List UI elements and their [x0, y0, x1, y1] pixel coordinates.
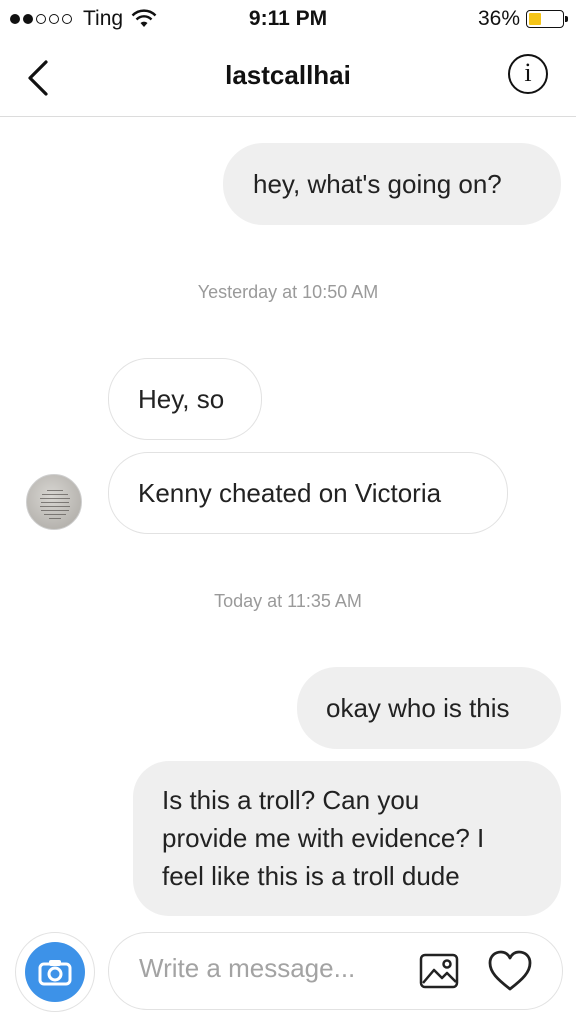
- message-bubble-outgoing[interactable]: okay who is this: [297, 667, 561, 749]
- message-text-line: Is this a troll? Can you: [162, 785, 420, 815]
- heart-icon[interactable]: [487, 949, 533, 993]
- message-text: Kenny cheated on Victoria: [138, 478, 442, 508]
- message-text: hey, what's going on?: [253, 169, 502, 199]
- message-bubble-incoming[interactable]: Hey, so: [108, 358, 262, 440]
- message-text: Hey, so: [138, 384, 225, 414]
- image-gallery-icon[interactable]: [417, 949, 461, 993]
- message-input-placeholder: Write a message...: [139, 953, 356, 983]
- status-bar: Ting 9:11 PM 36%: [0, 0, 576, 40]
- info-button[interactable]: i: [508, 54, 548, 94]
- sender-avatar[interactable]: [26, 474, 82, 530]
- info-icon: i: [524, 58, 532, 87]
- message-text: okay who is this: [326, 693, 510, 723]
- camera-icon: [25, 942, 85, 1002]
- message-bubble-incoming[interactable]: Kenny cheated on Victoria: [108, 452, 508, 534]
- message-bubble-outgoing[interactable]: Is this a troll? Can you provide me with…: [133, 761, 561, 916]
- conversation-header: lastcallhai i: [0, 40, 576, 117]
- battery-percent: 36%: [477, 7, 520, 30]
- message-timestamp: Yesterday at 10:50 AM: [197, 282, 379, 302]
- camera-button[interactable]: [15, 932, 95, 1012]
- message-bubble-outgoing[interactable]: hey, what's going on?: [223, 143, 561, 225]
- battery-icon: [526, 10, 568, 28]
- message-text-line: provide me with evidence? I: [162, 823, 485, 853]
- conversation-title[interactable]: lastcallhai: [0, 60, 576, 91]
- message-input[interactable]: Write a message...: [108, 932, 563, 1010]
- message-text-line: feel like this is a troll dude: [162, 861, 460, 891]
- battery-status: 36%: [477, 7, 568, 31]
- message-timestamp: Today at 11:35 AM: [214, 591, 362, 611]
